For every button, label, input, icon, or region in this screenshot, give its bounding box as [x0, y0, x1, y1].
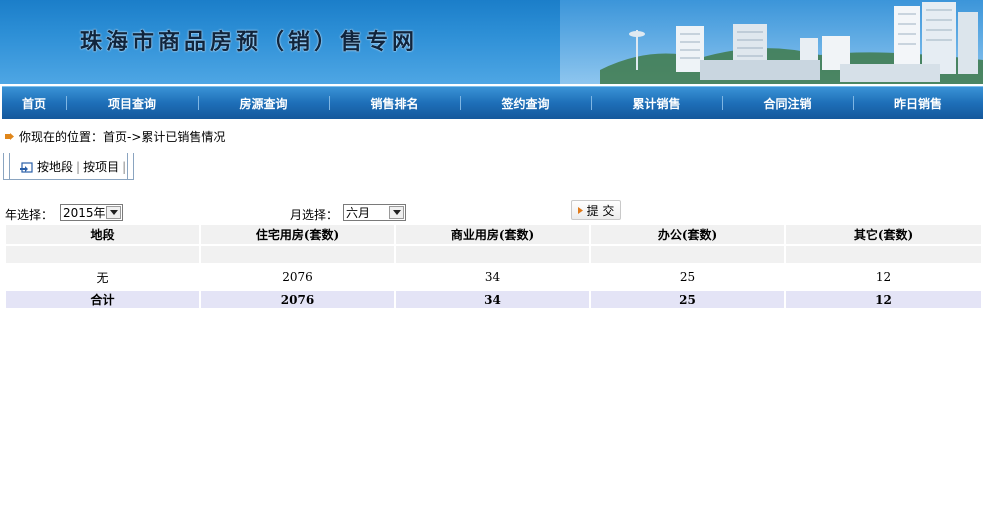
submit-button-label: 提 交 — [586, 203, 615, 218]
total-residential: 2076 — [201, 291, 394, 308]
year-select-value: 2015年 — [63, 206, 106, 220]
total-label: 合计 — [6, 291, 199, 308]
nav-unit-search[interactable]: 房源查询 — [198, 87, 329, 119]
submit-button[interactable]: 提 交 — [571, 200, 621, 220]
table-cell — [6, 246, 199, 263]
table-cell — [396, 246, 589, 263]
month-select[interactable]: 六月 — [343, 204, 406, 221]
column-header-other: 其它(套数) — [786, 225, 981, 244]
sales-stats-table: 地段 住宅用房(套数) 商业用房(套数) 办公(套数) 其它(套数) 无 207… — [4, 223, 983, 310]
table-cell-other: 12 — [786, 265, 981, 289]
tab-separator: | — [76, 159, 81, 174]
breadcrumb-current: ->累计已销售情况 — [127, 130, 226, 144]
column-header-residential: 住宅用房(套数) — [201, 225, 394, 244]
nav-cumulative-sales[interactable]: 累计销售 — [591, 87, 722, 119]
column-header-commercial: 商业用房(套数) — [396, 225, 589, 244]
play-arrow-icon — [577, 206, 583, 214]
nav-home[interactable]: 首页 — [2, 87, 66, 119]
nav-project-search[interactable]: 项目查询 — [66, 87, 198, 119]
table-cell — [591, 246, 784, 263]
year-select[interactable]: 2015年 — [60, 204, 123, 221]
column-header-district: 地段 — [6, 225, 199, 244]
table-cell-district: 无 — [6, 265, 199, 289]
breadcrumb: 你现在的位置： 首页 ->累计已销售情况 — [5, 128, 225, 145]
table-cell — [201, 246, 394, 263]
site-title: 珠海市商品房预（销）售专网 — [80, 29, 419, 55]
view-tabs: 按地段 | 按项目 | — [3, 153, 134, 180]
table-cell-residential: 2076 — [201, 265, 394, 289]
nav-sales-ranking[interactable]: 销售排名 — [329, 87, 460, 119]
tab-frame-underline — [3, 177, 134, 180]
breadcrumb-prefix: 你现在的位置： — [19, 130, 104, 144]
table-cell — [786, 246, 981, 263]
nav-contract-search[interactable]: 签约查询 — [460, 87, 591, 119]
chevron-down-icon — [106, 206, 121, 219]
month-select-value: 六月 — [346, 206, 371, 220]
main-nav: 首页 项目查询 房源查询 销售排名 签约查询 累计销售 合同注销 昨日销售 — [2, 86, 983, 119]
table-row: 无 2076 34 25 12 — [6, 265, 981, 289]
column-header-office: 办公(套数) — [591, 225, 784, 244]
table-total-row: 合计 2076 34 25 12 — [6, 291, 981, 308]
month-label: 月选择： — [290, 208, 339, 222]
year-label: 年选择： — [5, 208, 54, 222]
site-banner: 珠海市商品房预（销）售专网 — [0, 0, 983, 86]
table-header-row: 地段 住宅用房(套数) 商业用房(套数) 办公(套数) 其它(套数) — [6, 225, 981, 244]
table-cell-office: 25 — [591, 265, 784, 289]
total-other: 12 — [786, 291, 981, 308]
total-commercial: 34 — [396, 291, 589, 308]
tab-by-project[interactable]: 按项目 — [83, 158, 119, 175]
table-spacer-row — [6, 246, 981, 263]
total-office: 25 — [591, 291, 784, 308]
chevron-down-icon — [389, 206, 404, 219]
tab-by-district[interactable]: 按地段 — [37, 158, 73, 175]
tab-frame-left — [3, 153, 10, 180]
arrow-bullet-icon — [5, 133, 14, 140]
breadcrumb-home-link[interactable]: 首页 — [103, 128, 127, 145]
table-cell-commercial: 34 — [396, 265, 589, 289]
link-arrow-icon — [20, 162, 33, 173]
nav-contract-cancellation[interactable]: 合同注销 — [722, 87, 853, 119]
nav-yesterday-sales[interactable]: 昨日销售 — [853, 87, 983, 119]
tab-separator: | — [122, 159, 127, 174]
